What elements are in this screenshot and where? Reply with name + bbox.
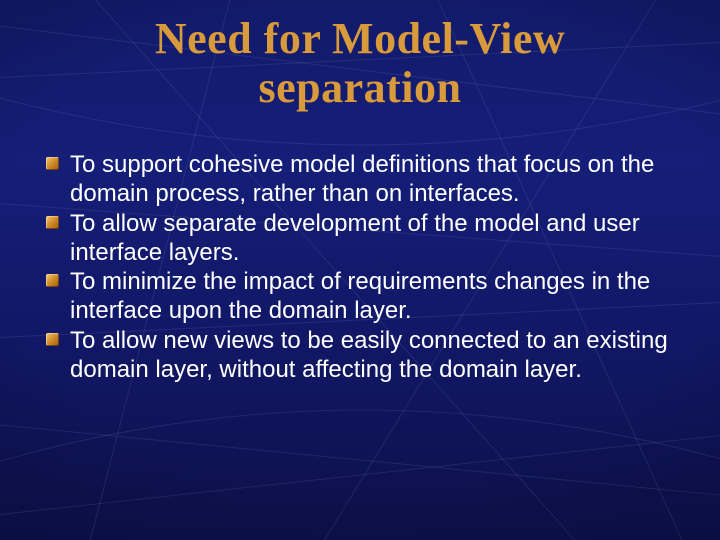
title-line-2: separation [259, 63, 462, 112]
slide-title: Need for Model-View separation [60, 14, 660, 113]
slide-body: To support cohesive model definitions th… [40, 150, 684, 384]
bullet-list: To support cohesive model definitions th… [40, 150, 684, 384]
slide: Need for Model-View separation To suppor… [0, 0, 720, 540]
bullet-text: To allow new views to be easily connecte… [70, 327, 668, 383]
list-item: To allow separate development of the mod… [40, 209, 684, 268]
list-item: To minimize the impact of requirements c… [40, 267, 684, 326]
list-item: To support cohesive model definitions th… [40, 150, 684, 209]
bullet-text: To allow separate development of the mod… [70, 210, 640, 266]
bullet-text: To minimize the impact of requirements c… [70, 268, 650, 324]
title-line-1: Need for Model-View [155, 14, 565, 63]
bullet-text: To support cohesive model definitions th… [70, 151, 654, 207]
list-item: To allow new views to be easily connecte… [40, 326, 684, 385]
